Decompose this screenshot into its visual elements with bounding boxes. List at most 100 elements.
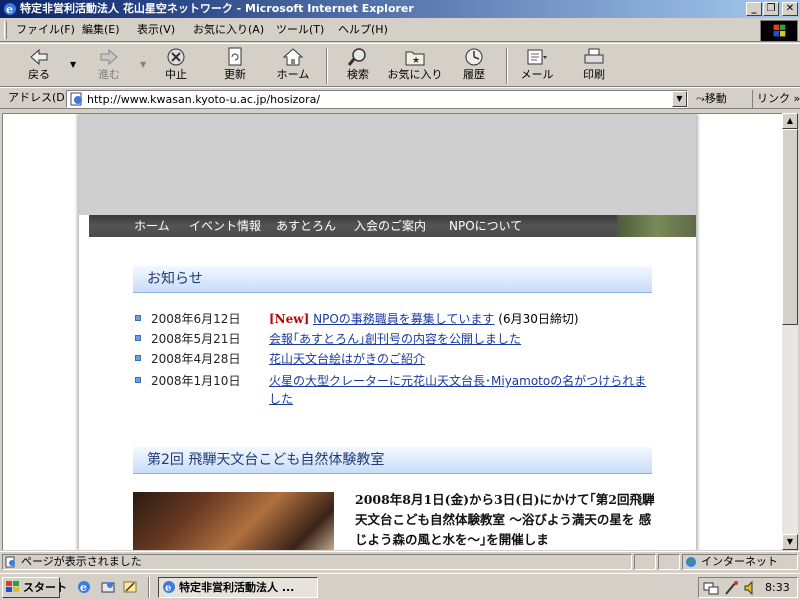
toolbar-separator xyxy=(326,48,328,84)
menu-file[interactable]: ファイル(F) xyxy=(16,22,75,38)
address-field[interactable] xyxy=(66,90,688,108)
news-date: 2008年5月21日 xyxy=(151,332,241,346)
ie-icon: e xyxy=(4,3,16,16)
address-bar: アドレス(D) ▼ ⤳移動 リンク » xyxy=(0,87,800,109)
menu-edit[interactable]: 編集(E) xyxy=(82,22,120,38)
menu-bar: ファイル(F) 編集(E) 表示(V) お気に入り(A) ツール(T) ヘルプ(… xyxy=(0,18,800,42)
bullet-icon xyxy=(135,315,141,321)
stop-button[interactable]: 中止 xyxy=(154,46,198,86)
scroll-up-icon[interactable]: ▲ xyxy=(782,113,798,129)
page-done-icon xyxy=(5,556,15,568)
quick-launch-ie-icon[interactable]: e xyxy=(76,579,92,595)
scroll-thumb[interactable] xyxy=(782,129,798,325)
windows-logo-icon xyxy=(760,20,798,42)
svg-text:e: e xyxy=(6,3,13,16)
go-label: 移動 xyxy=(704,92,727,105)
forward-arrow-icon xyxy=(100,48,118,66)
back-button[interactable]: 戻る xyxy=(14,46,64,86)
taskbar-separator xyxy=(148,577,150,598)
vertical-scrollbar[interactable]: ▲ ▼ xyxy=(782,113,798,550)
back-arrow-icon xyxy=(30,48,48,66)
mail-button[interactable]: メール xyxy=(514,46,560,86)
address-dropdown-icon[interactable]: ▼ xyxy=(672,91,687,107)
start-label: スタート xyxy=(23,581,67,594)
news-link[interactable]: 火星の大型クレーターに元花山天文台長･Miyamotoの名がつけられました xyxy=(269,374,646,406)
taskbar-ie-window-button[interactable]: e 特定非営利活動法人 ... xyxy=(158,577,318,598)
svg-text:e: e xyxy=(80,581,87,594)
forward-dropdown-icon[interactable]: ▼ xyxy=(140,60,146,69)
news-link[interactable]: NPOの事務職員を募集しています xyxy=(313,312,494,326)
home-icon xyxy=(282,48,304,66)
maximize-button[interactable]: ❐ xyxy=(763,2,779,16)
print-icon xyxy=(584,48,604,64)
news-item: 2008年6月12日 [New] NPOの事務職員を募集しています (6月30日… xyxy=(133,310,652,330)
news-link[interactable]: 会報｢あすとろん｣創刊号の内容を公開しました xyxy=(269,332,521,346)
mail-label: メール xyxy=(520,68,554,81)
favorites-folder-icon: ★ xyxy=(405,51,425,66)
quick-launch-outlook-icon[interactable] xyxy=(100,579,116,595)
security-zone-label: インターネット xyxy=(701,555,778,568)
page-viewport: ホーム イベント情報 あすとろん 入会のご案内 NPOについて お知らせ 200… xyxy=(2,113,782,550)
event-description: 2008年8月1日(金)から3日(日)にかけて｢第2回飛騨天文台こども自然体験教… xyxy=(355,492,655,547)
menu-favorites[interactable]: お気に入り(A) xyxy=(193,22,264,38)
scroll-down-icon[interactable]: ▼ xyxy=(782,534,798,550)
refresh-button[interactable]: 更新 xyxy=(212,46,258,86)
bullet-icon xyxy=(135,335,141,341)
bullet-icon xyxy=(135,377,141,383)
history-button[interactable]: 履歴 xyxy=(452,46,496,86)
address-input[interactable] xyxy=(87,92,667,106)
menu-view[interactable]: 表示(V) xyxy=(137,22,175,38)
event-heading: 第2回 飛騨天文台こども自然体験教室 xyxy=(133,447,652,474)
news-extra: (6月30日締切) xyxy=(498,312,579,326)
home-label: ホーム xyxy=(276,68,310,81)
forward-button[interactable]: 進む xyxy=(86,46,132,86)
news-date: 2008年4月28日 xyxy=(151,352,241,366)
page-icon xyxy=(70,92,82,106)
go-button[interactable]: ⤳移動 xyxy=(696,90,727,108)
news-item: 2008年1月10日 火星の大型クレーターに元花山天文台長･Miyamotoの名… xyxy=(133,372,652,412)
event-photo xyxy=(133,492,334,550)
mail-icon xyxy=(527,49,547,65)
print-button[interactable]: 印刷 xyxy=(572,46,616,86)
search-button[interactable]: 検索 xyxy=(336,46,380,86)
svg-text:e: e xyxy=(165,583,171,594)
volume-tray-icon[interactable] xyxy=(743,580,759,596)
refresh-icon xyxy=(228,47,242,66)
stop-icon xyxy=(167,48,185,66)
menu-tools[interactable]: ツール(T) xyxy=(276,22,324,38)
nav-membership[interactable]: 入会のご案内 xyxy=(354,218,426,234)
back-label: 戻る xyxy=(28,68,50,81)
clock: 8:33 xyxy=(765,581,790,594)
nav-photo xyxy=(617,215,696,237)
windows-flag-icon xyxy=(6,581,19,592)
security-zone-panel: インターネット xyxy=(682,554,798,570)
nav-astron[interactable]: あすとろん xyxy=(276,218,336,234)
start-button[interactable]: スタート xyxy=(2,577,67,598)
nav-events[interactable]: イベント情報 xyxy=(189,218,261,234)
window-title: 特定非営利活動法人 花山星空ネットワーク - Microsoft Interne… xyxy=(20,2,414,15)
ie-icon: e xyxy=(163,581,175,594)
menu-help[interactable]: ヘルプ(H) xyxy=(338,22,388,38)
close-button[interactable]: ✕ xyxy=(782,2,798,16)
pen-tray-icon[interactable] xyxy=(723,580,739,596)
favorites-label: お気に入り xyxy=(387,68,443,81)
web-page: ホーム イベント情報 あすとろん 入会のご案内 NPOについて お知らせ 200… xyxy=(79,114,696,550)
minimize-button[interactable]: _ xyxy=(746,2,762,16)
favorites-button[interactable]: ★ お気に入り xyxy=(384,46,446,86)
internet-globe-icon xyxy=(686,557,696,567)
links-button[interactable]: リンク » xyxy=(752,90,800,108)
network-tray-icon[interactable] xyxy=(703,580,719,596)
toolbar-separator xyxy=(506,48,508,84)
nav-home[interactable]: ホーム xyxy=(134,218,170,234)
svg-text:★: ★ xyxy=(412,56,420,66)
home-button[interactable]: ホーム xyxy=(270,46,316,86)
back-dropdown-icon[interactable]: ▼ xyxy=(70,60,76,69)
status-bar: ページが表示されました インターネット xyxy=(0,551,800,571)
quick-launch-desktop-icon[interactable] xyxy=(122,579,138,595)
taskbar-window-label: 特定非営利活動法人 ... xyxy=(179,581,295,594)
news-link[interactable]: 花山天文台絵はがきのご紹介 xyxy=(269,352,425,366)
news-date: 2008年6月12日 xyxy=(151,312,241,326)
title-bar: e 特定非営利活動法人 花山星空ネットワーク - Microsoft Inter… xyxy=(0,0,800,18)
nav-about-npo[interactable]: NPOについて xyxy=(449,218,522,234)
address-label: アドレス(D) xyxy=(8,91,70,104)
